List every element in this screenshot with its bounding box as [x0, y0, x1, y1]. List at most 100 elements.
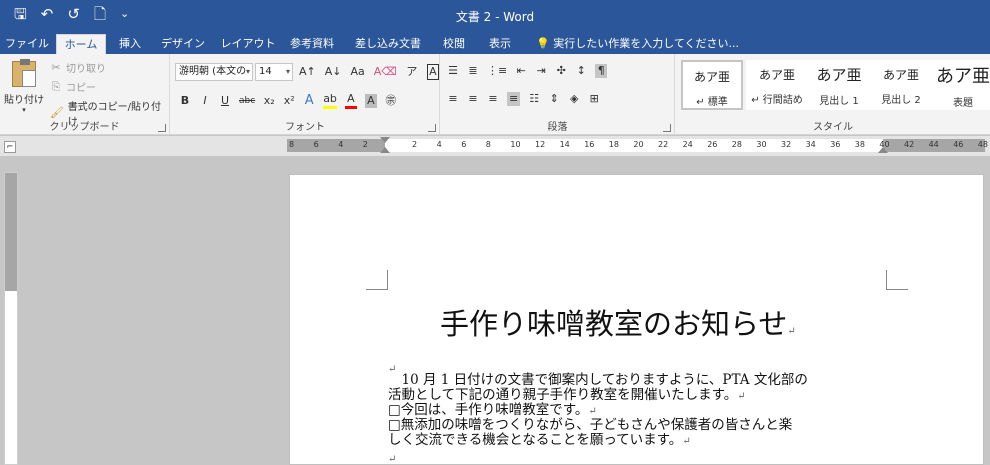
- ruler-tick-label: 4: [436, 140, 442, 149]
- font-color-icon[interactable]: A: [344, 92, 357, 109]
- subscript-icon[interactable]: x₂: [263, 94, 275, 108]
- ribbon: 貼り付け ▾ ✂ 切り取り ⎘ コピー 🖌 書式のコピー/貼り付け クリップボー…: [0, 54, 990, 135]
- character-shading-icon[interactable]: A: [364, 93, 377, 108]
- tab-insert[interactable]: 挿入: [112, 34, 148, 54]
- sort-icon[interactable]: ↕: [575, 64, 587, 78]
- cut-label: 切り取り: [66, 64, 106, 75]
- ruler-tick-label: 26: [707, 140, 718, 149]
- grow-font-icon[interactable]: A↑: [299, 65, 316, 79]
- tab-review[interactable]: 校閲: [436, 34, 472, 54]
- font-size-value: 14: [259, 66, 272, 77]
- phonetic-guide-icon[interactable]: ア: [406, 65, 418, 79]
- style-heading-2[interactable]: あア亜 見出し 2: [870, 60, 932, 110]
- document-title-text: 手作り味噌教室のお知らせ: [440, 307, 788, 341]
- paragraph-mark: ↵: [588, 406, 597, 417]
- ruler-tick-label: 36: [830, 140, 841, 149]
- first-line-indent-marker[interactable]: [380, 137, 390, 143]
- style-normal[interactable]: あア亜 ↵ 標準: [681, 60, 743, 110]
- right-indent-marker[interactable]: [878, 147, 888, 153]
- increase-indent-icon[interactable]: ⇥: [535, 64, 547, 78]
- distributed-icon[interactable]: ☷: [528, 92, 540, 106]
- font-dialog-launcher[interactable]: [428, 124, 436, 132]
- enclose-characters-icon[interactable]: ㊪: [385, 94, 397, 108]
- horizontal-ruler[interactable]: ⌐ 8 6 4 2 2 4 6 8 10 12 14 16 18 20 22 24 26 28 30 32 34 36 38…: [0, 136, 990, 156]
- character-border-icon[interactable]: A: [426, 64, 439, 80]
- paste-button[interactable]: 貼り付け ▾: [4, 58, 44, 116]
- style-name: 表題: [953, 98, 973, 109]
- shrink-font-icon[interactable]: A↓: [325, 65, 342, 79]
- justify-icon[interactable]: ≡: [507, 92, 521, 106]
- hanging-indent-marker[interactable]: [380, 147, 390, 153]
- text-effects-icon[interactable]: A: [303, 93, 315, 108]
- tab-references[interactable]: 参考資料: [284, 34, 340, 54]
- align-right-icon[interactable]: ≡: [487, 92, 499, 106]
- chevron-down-icon: ▾: [245, 67, 250, 76]
- ruler-tick-label: 2: [412, 140, 418, 149]
- numbering-icon[interactable]: ≣: [467, 64, 479, 78]
- tab-view[interactable]: 表示: [482, 34, 518, 54]
- body-line[interactable]: □無添加の味噌をつくりながら、子どもさんや保護者の皆さんと楽: [388, 418, 792, 433]
- style-name: ↵ 行間詰め: [751, 95, 803, 106]
- ruler-tick-label: 6: [313, 140, 319, 149]
- ruler-tick-label: 16: [584, 140, 595, 149]
- tab-file[interactable]: ファイル: [4, 34, 50, 54]
- strikethrough-icon[interactable]: abc: [239, 94, 255, 108]
- highlight-color-icon[interactable]: ab: [323, 92, 337, 109]
- asian-layout-icon[interactable]: ✣: [555, 64, 567, 78]
- font-group-label: フォント: [285, 122, 325, 133]
- style-heading-1[interactable]: あア亜 見出し 1: [808, 60, 870, 110]
- tab-design[interactable]: デザイン: [158, 34, 208, 54]
- ruler-tick-label: 38: [854, 140, 865, 149]
- copy-button[interactable]: ⎘ コピー: [50, 79, 96, 95]
- clipboard-dialog-launcher[interactable]: [158, 124, 166, 132]
- tab-selector-icon[interactable]: ⌐: [4, 141, 16, 153]
- paragraph-row-2: ≡ ≡ ≡ ≡ ☷ ⇕ ◈ ⊞: [447, 92, 600, 106]
- tab-mailings[interactable]: 差し込み文書: [350, 34, 426, 54]
- vertical-ruler[interactable]: [4, 172, 18, 465]
- bullets-icon[interactable]: ☰: [447, 64, 459, 78]
- styles-group: あア亜 ↵ 標準 あア亜 ↵ 行間詰め あア亜 見出し 1 あア亜 見出し 2 …: [676, 54, 990, 135]
- empty-paragraph[interactable]: ↵: [388, 451, 396, 465]
- change-case-icon[interactable]: Aa: [351, 65, 365, 79]
- font-group: 游明朝 (本文の ▾ 14 ▾ A↑ A↓ Aa A⌫ ア A B I U ab…: [171, 54, 440, 135]
- cut-button[interactable]: ✂ 切り取り: [50, 60, 106, 76]
- style-title[interactable]: あア亜 表題: [932, 60, 990, 110]
- bold-icon[interactable]: B: [179, 94, 191, 108]
- style-sample: あア亜: [816, 66, 862, 84]
- document-page[interactable]: 手作り味噌教室のお知らせ↵ ↵ 10 月 1 日付けの文書で御案内しておりますよ…: [289, 174, 984, 465]
- decrease-indent-icon[interactable]: ⇤: [515, 64, 527, 78]
- tell-me-box[interactable]: 💡 実行したい作業を入力してください...: [536, 34, 739, 54]
- line-spacing-icon[interactable]: ⇕: [548, 92, 560, 106]
- document-title[interactable]: 手作り味噌教室のお知らせ↵: [440, 301, 796, 343]
- tab-home[interactable]: ホーム: [56, 34, 106, 54]
- window-title: 文書 2 - Word: [455, 10, 535, 24]
- body-line-text: 10 月 1 日付けの文書で御案内しておりますように、PTA 文化部の: [388, 372, 808, 388]
- ruler-tick-label: 18: [608, 140, 619, 149]
- clear-formatting-icon[interactable]: A⌫: [374, 65, 397, 79]
- ruler-tick-label: 32: [781, 140, 792, 149]
- body-line[interactable]: 10 月 1 日付けの文書で御案内しておりますように、PTA 文化部の: [388, 372, 808, 388]
- title-bar: 🖫 ↶ ↺ 🗋 ⌄ 文書 2 - Word: [0, 0, 990, 31]
- style-no-spacing[interactable]: あア亜 ↵ 行間詰め: [746, 60, 808, 110]
- show-formatting-marks-icon[interactable]: ¶: [595, 64, 608, 78]
- superscript-icon[interactable]: x²: [283, 94, 295, 108]
- ruler-tick-label: 6: [461, 140, 467, 149]
- underline-icon[interactable]: U: [219, 94, 231, 108]
- body-line-text: □今回は、手作り味噌教室です。: [388, 402, 589, 418]
- crop-mark-left: [366, 270, 388, 290]
- multilevel-list-icon[interactable]: ⋮≡: [487, 64, 507, 78]
- clipboard-group: 貼り付け ▾ ✂ 切り取り ⎘ コピー 🖌 書式のコピー/貼り付け クリップボー…: [0, 54, 170, 135]
- shading-icon[interactable]: ◈: [568, 92, 580, 106]
- body-line[interactable]: しく交流できる機会となることを願っています。↵: [388, 433, 691, 449]
- tab-layout[interactable]: レイアウト: [218, 34, 278, 54]
- align-left-icon[interactable]: ≡: [447, 92, 459, 106]
- font-row-2: B I U abc x₂ x² A ab A A ㊪: [179, 92, 397, 109]
- italic-icon[interactable]: I: [199, 94, 211, 108]
- font-name-select[interactable]: 游明朝 (本文の ▾: [175, 63, 253, 81]
- paragraph-dialog-launcher[interactable]: [663, 124, 671, 132]
- font-size-select[interactable]: 14 ▾: [255, 63, 293, 81]
- style-name: 見出し 2: [881, 95, 921, 106]
- borders-icon[interactable]: ⊞: [588, 92, 600, 106]
- align-center-icon[interactable]: ≡: [467, 92, 479, 106]
- paragraph-group: ☰ ≣ ⋮≡ ⇤ ⇥ ✣ ↕ ¶ ≡ ≡ ≡ ≡ ☷ ⇕ ◈ ⊞ 段落: [441, 54, 675, 135]
